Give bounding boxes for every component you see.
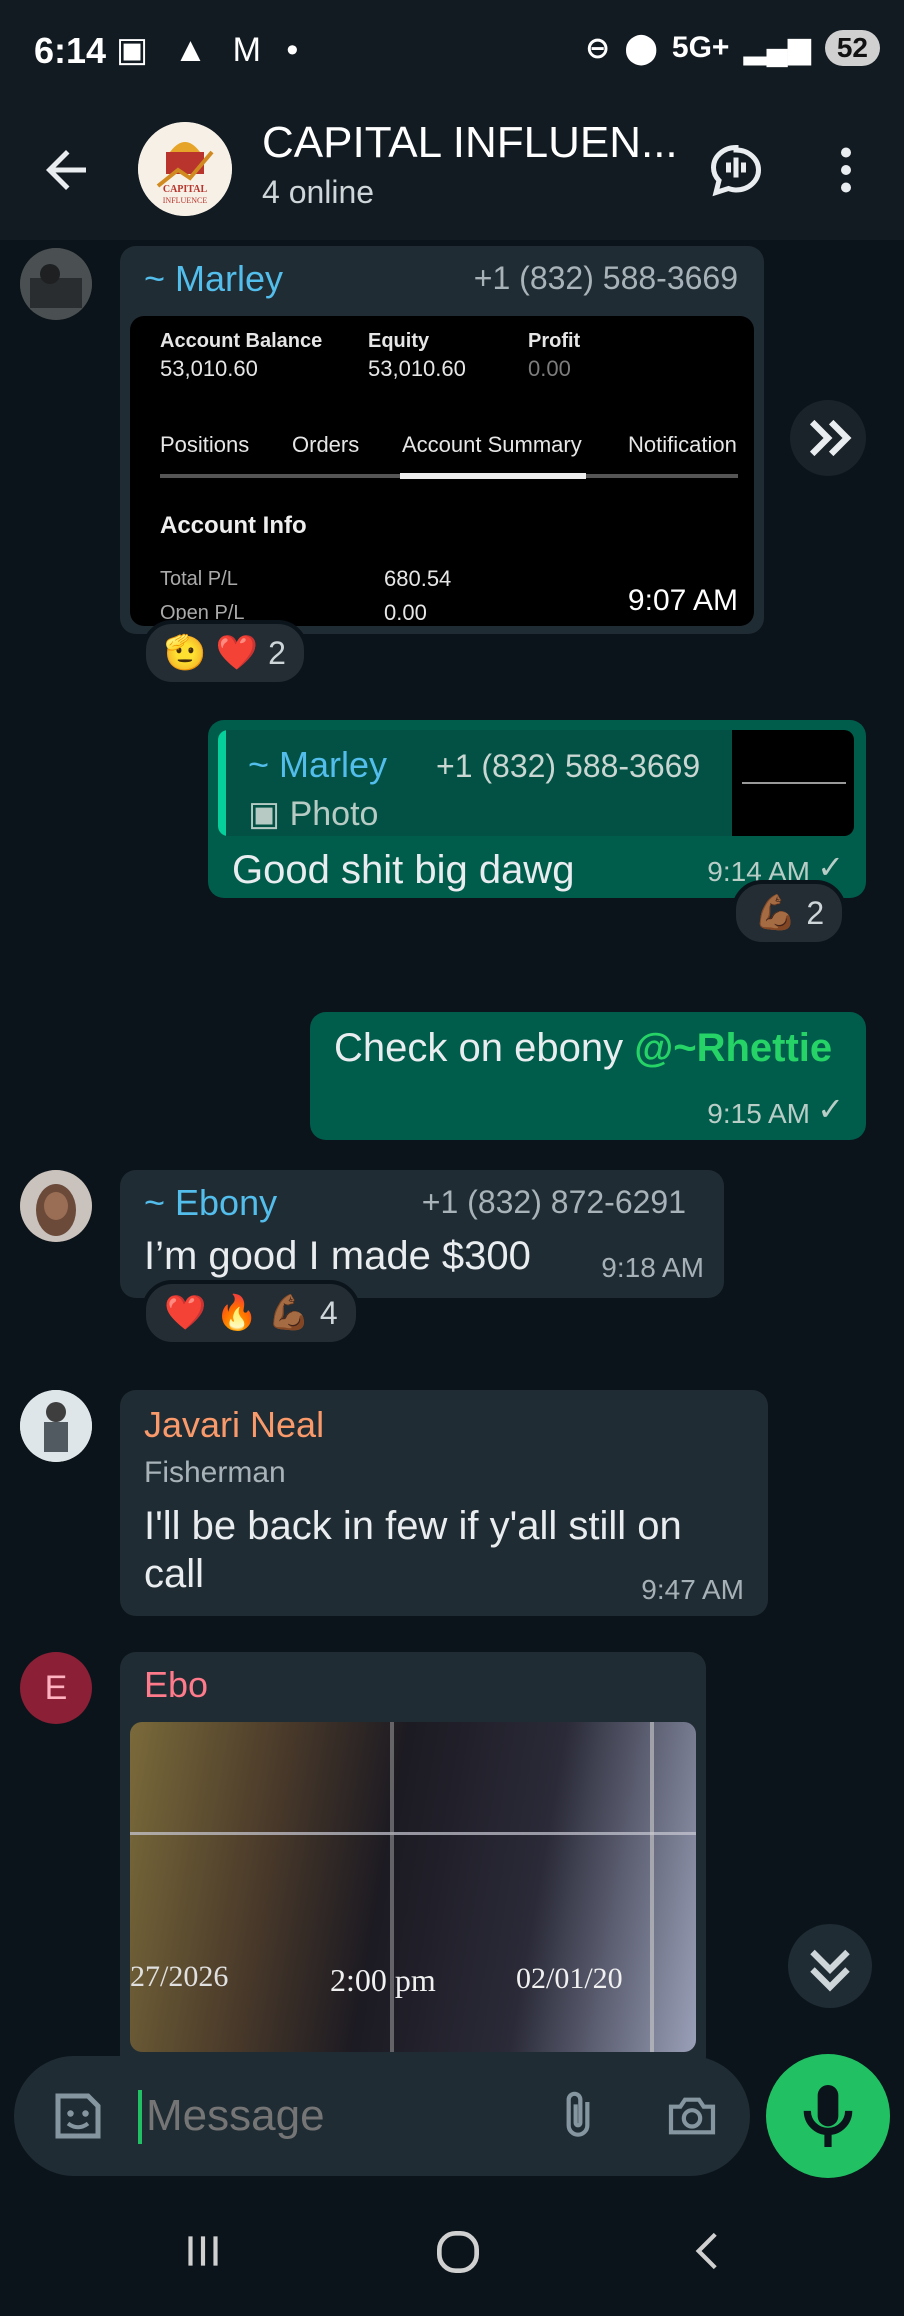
message-input-bar <box>14 2056 750 2176</box>
signal-icon: ▂▄▆ <box>743 31 811 65</box>
avatar-marley[interactable] <box>20 248 92 320</box>
svg-text:INFLUENCE: INFLUENCE <box>163 196 208 205</box>
camera-icon[interactable] <box>662 2088 722 2144</box>
status-notification-icons: ▣ ▲ M • <box>116 31 307 69</box>
reactions-ebony[interactable]: ❤️ 🔥 💪🏾 4 <box>142 1280 360 1346</box>
shared-photo[interactable]: 27/2026 2:00 pm 02/01/20 <box>130 1722 696 2052</box>
message-time: 9:07 AM <box>627 584 738 617</box>
message-time: 9:47 AM <box>641 1574 744 1605</box>
quoted-thumbnail <box>732 730 854 836</box>
location-icon: ⬤ <box>624 31 658 65</box>
forward-icon[interactable] <box>790 400 866 476</box>
status-time: 6:14 <box>34 30 107 71</box>
mic-button[interactable] <box>766 2054 890 2178</box>
chat-header: CAPITAL INFLUENCE CAPITAL INFLUEN... 4 o… <box>0 110 904 240</box>
quoted-message[interactable]: ~ Marley +1 (832) 588-3669 ▣ Photo <box>218 730 854 836</box>
network-label: 5G+ <box>671 31 730 64</box>
message-time: 9:18 AM <box>601 1252 704 1283</box>
sender-name[interactable]: Javari Neal <box>144 1404 324 1446</box>
sticker-icon[interactable] <box>48 2086 108 2146</box>
dnd-icon: ⊖ <box>585 31 611 65</box>
sender-role: Fisherman <box>144 1456 286 1489</box>
message-bubble-ebony[interactable]: ~ Ebony +1 (832) 872-6291 I’m good I mad… <box>120 1170 724 1298</box>
sender-phone: +1 (832) 872-6291 <box>421 1184 686 1220</box>
message-text: Check on ebony @~Rhettie <box>334 1026 833 1070</box>
shared-screenshot[interactable]: Account Balance 53,010.60 Equity 53,010.… <box>130 316 754 626</box>
sender-name[interactable]: ~ Marley <box>144 258 283 300</box>
sender-name[interactable]: Ebo <box>144 1664 208 1706</box>
message-text-line1: I'll be back in few if y'all still on <box>144 1504 682 1548</box>
avatar-ebony[interactable] <box>20 1170 92 1242</box>
group-title[interactable]: CAPITAL INFLUEN... <box>262 118 678 168</box>
attach-icon[interactable] <box>550 2088 606 2144</box>
message-bubble-mention[interactable]: Check on ebony @~Rhettie 9:15 AM ✓ <box>310 1012 866 1140</box>
reactions-marley[interactable]: 🫡 ❤️ 2 <box>142 620 308 686</box>
mention-link[interactable]: @~Rhettie <box>634 1026 832 1070</box>
message-text-line2: call <box>144 1552 205 1596</box>
voice-chat-icon[interactable] <box>706 140 766 200</box>
message-bubble-ebo[interactable]: Ebo 27/2026 2:00 pm 02/01/20 <box>120 1652 706 2060</box>
home-icon[interactable] <box>430 2224 486 2280</box>
message-bubble-outgoing-reply[interactable]: ~ Marley +1 (832) 588-3669 ▣ Photo Good … <box>208 720 866 898</box>
message-text: I’m good I made $300 <box>144 1234 531 1278</box>
status-bar: 6:14 ▣ ▲ M • ⊖ ⬤ 5G+ ▂▄▆ 52 <box>0 0 904 110</box>
status-system-icons: ⊖ ⬤ 5G+ ▂▄▆ 52 <box>585 30 880 66</box>
back-arrow-icon[interactable] <box>36 140 96 200</box>
system-nav-bar <box>0 2190 904 2316</box>
reactions-reply[interactable]: 💪🏾 2 <box>732 880 847 946</box>
more-vertical-icon[interactable] <box>816 140 876 200</box>
image-icon: ▣ <box>248 795 281 833</box>
mic-icon <box>803 2085 853 2147</box>
message-text: Good shit big dawg <box>232 848 575 892</box>
group-avatar[interactable]: CAPITAL INFLUENCE <box>138 122 232 216</box>
message-bubble-marley[interactable]: ~ Marley +1 (832) 588-3669 Account Balan… <box>120 246 764 634</box>
chat-messages[interactable]: ~ Marley +1 (832) 588-3669 Account Balan… <box>0 240 904 2060</box>
sender-name[interactable]: ~ Ebony <box>144 1182 277 1224</box>
avatar-ebo[interactable]: E <box>20 1652 92 1724</box>
svg-text:CAPITAL: CAPITAL <box>163 184 208 195</box>
battery-badge: 52 <box>824 30 880 66</box>
message-bubble-javari[interactable]: Javari Neal Fisherman I'll be back in fe… <box>120 1390 768 1616</box>
online-count: 4 online <box>262 174 375 210</box>
sender-phone: +1 (832) 588-3669 <box>473 260 738 296</box>
message-time: 9:15 AM <box>707 1098 810 1129</box>
recent-apps-icon[interactable] <box>178 2226 228 2276</box>
scroll-down-button[interactable] <box>788 1924 872 2008</box>
nav-back-icon[interactable] <box>684 2226 734 2276</box>
check-icon: ✓ <box>817 1091 844 1127</box>
avatar-javari[interactable] <box>20 1390 92 1462</box>
message-input[interactable] <box>144 2082 518 2150</box>
scroll-down-icon <box>810 1949 850 1992</box>
